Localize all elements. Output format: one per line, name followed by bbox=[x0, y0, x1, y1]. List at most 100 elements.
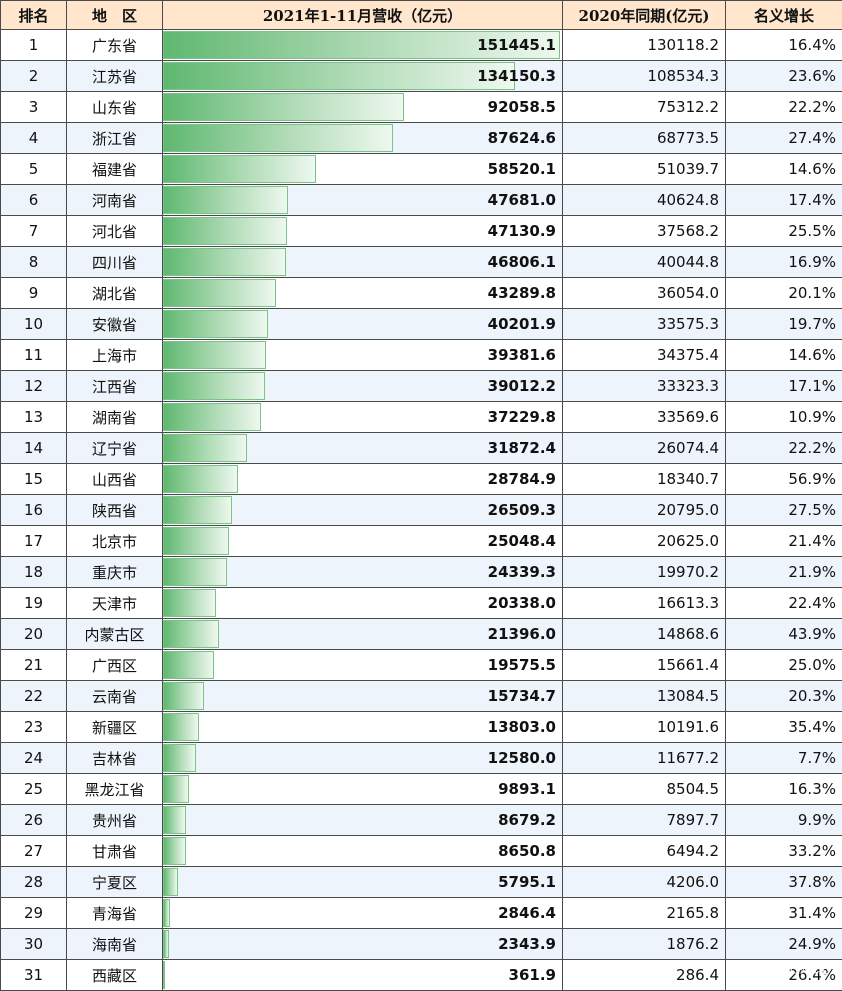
region-cell: 辽宁省 bbox=[67, 433, 163, 464]
revenue-bar bbox=[163, 589, 216, 617]
revenue-bar bbox=[163, 217, 287, 245]
region-cell: 北京市 bbox=[67, 526, 163, 557]
growth-cell: 33.2% bbox=[726, 836, 842, 867]
revenue-value: 8650.8 bbox=[498, 842, 556, 860]
revenue-bar bbox=[163, 434, 247, 462]
prev-year-cell: 16613.3 bbox=[563, 588, 726, 619]
region-cell: 广东省 bbox=[67, 30, 163, 61]
rank-cell: 29 bbox=[1, 898, 67, 929]
revenue-bar bbox=[163, 93, 404, 121]
table-row: 11上海市39381.634375.414.6% bbox=[1, 340, 842, 371]
revenue-cell: 15734.7 bbox=[163, 681, 563, 712]
rank-cell: 24 bbox=[1, 743, 67, 774]
growth-cell: 16.4% bbox=[726, 30, 842, 61]
region-cell: 天津市 bbox=[67, 588, 163, 619]
growth-cell: 17.1% bbox=[726, 371, 842, 402]
prev-year-cell: 26074.4 bbox=[563, 433, 726, 464]
region-cell: 新疆区 bbox=[67, 712, 163, 743]
prev-year-cell: 33569.6 bbox=[563, 402, 726, 433]
revenue-value: 8679.2 bbox=[498, 811, 556, 829]
revenue-cell: 28784.9 bbox=[163, 464, 563, 495]
table-row: 3山东省92058.575312.222.2% bbox=[1, 92, 842, 123]
revenue-cell: 25048.4 bbox=[163, 526, 563, 557]
revenue-cell: 92058.5 bbox=[163, 92, 563, 123]
rank-cell: 10 bbox=[1, 309, 67, 340]
revenue-bar bbox=[163, 744, 196, 772]
region-cell: 云南省 bbox=[67, 681, 163, 712]
revenue-value: 87624.6 bbox=[488, 129, 556, 147]
table-row: 2江苏省134150.3108534.323.6% bbox=[1, 61, 842, 92]
revenue-value: 47130.9 bbox=[488, 222, 556, 240]
region-cell: 上海市 bbox=[67, 340, 163, 371]
prev-year-cell: 40044.8 bbox=[563, 247, 726, 278]
prev-year-cell: 33575.3 bbox=[563, 309, 726, 340]
growth-cell: 21.9% bbox=[726, 557, 842, 588]
growth-cell: 24.9% bbox=[726, 929, 842, 960]
rank-cell: 11 bbox=[1, 340, 67, 371]
table-row: 25黑龙江省9893.18504.516.3% bbox=[1, 774, 842, 805]
revenue-value: 92058.5 bbox=[488, 98, 556, 116]
revenue-cell: 5795.1 bbox=[163, 867, 563, 898]
revenue-value: 47681.0 bbox=[488, 191, 556, 209]
revenue-value: 2343.9 bbox=[498, 935, 556, 953]
table-row: 9湖北省43289.836054.020.1% bbox=[1, 278, 842, 309]
rank-cell: 25 bbox=[1, 774, 67, 805]
prev-year-cell: 108534.3 bbox=[563, 61, 726, 92]
revenue-bar bbox=[163, 713, 199, 741]
revenue-bar bbox=[163, 62, 515, 90]
revenue-cell: 43289.8 bbox=[163, 278, 563, 309]
revenue-value: 46806.1 bbox=[488, 253, 556, 271]
rank-cell: 2 bbox=[1, 61, 67, 92]
growth-cell: 56.9% bbox=[726, 464, 842, 495]
revenue-cell: 8679.2 bbox=[163, 805, 563, 836]
table-row: 19天津市20338.016613.322.4% bbox=[1, 588, 842, 619]
table-row: 27甘肃省8650.86494.233.2% bbox=[1, 836, 842, 867]
region-cell: 内蒙古区 bbox=[67, 619, 163, 650]
chart-root: 排名 地 区 2021年1-11月营收（亿元） 2020年同期(亿元) 名义增长… bbox=[0, 0, 842, 982]
revenue-value: 12580.0 bbox=[488, 749, 556, 767]
table-row: 16陕西省26509.320795.027.5% bbox=[1, 495, 842, 526]
table-row: 1广东省151445.1130118.216.4% bbox=[1, 30, 842, 61]
table-row: 7河北省47130.937568.225.5% bbox=[1, 216, 842, 247]
revenue-value: 26509.3 bbox=[488, 501, 556, 519]
prev-year-cell: 33323.3 bbox=[563, 371, 726, 402]
region-cell: 吉林省 bbox=[67, 743, 163, 774]
region-cell: 安徽省 bbox=[67, 309, 163, 340]
growth-cell: 43.9% bbox=[726, 619, 842, 650]
revenue-bar bbox=[163, 403, 261, 431]
revenue-value: 2846.4 bbox=[498, 904, 556, 922]
growth-cell: 21.4% bbox=[726, 526, 842, 557]
prev-year-cell: 18340.7 bbox=[563, 464, 726, 495]
rank-cell: 1 bbox=[1, 30, 67, 61]
rank-cell: 31 bbox=[1, 960, 67, 991]
revenue-cell: 13803.0 bbox=[163, 712, 563, 743]
table-row: 13湖南省37229.833569.610.9% bbox=[1, 402, 842, 433]
revenue-value: 15734.7 bbox=[488, 687, 556, 705]
growth-cell: 22.4% bbox=[726, 588, 842, 619]
prev-year-cell: 34375.4 bbox=[563, 340, 726, 371]
table-body: 1广东省151445.1130118.216.4%2江苏省134150.3108… bbox=[1, 30, 842, 991]
prev-year-cell: 11677.2 bbox=[563, 743, 726, 774]
rank-cell: 9 bbox=[1, 278, 67, 309]
revenue-bar bbox=[163, 899, 170, 927]
revenue-bar bbox=[163, 620, 219, 648]
growth-cell: 16.3% bbox=[726, 774, 842, 805]
region-cell: 湖南省 bbox=[67, 402, 163, 433]
table-row: 12江西省39012.233323.317.1% bbox=[1, 371, 842, 402]
rank-cell: 6 bbox=[1, 185, 67, 216]
revenue-value: 39381.6 bbox=[488, 346, 556, 364]
table-row: 17北京市25048.420625.021.4% bbox=[1, 526, 842, 557]
growth-cell: 9.9% bbox=[726, 805, 842, 836]
revenue-value: 21396.0 bbox=[488, 625, 556, 643]
revenue-bar bbox=[163, 961, 165, 989]
table-row: 21广西区19575.515661.425.0% bbox=[1, 650, 842, 681]
region-cell: 浙江省 bbox=[67, 123, 163, 154]
prev-year-cell: 20795.0 bbox=[563, 495, 726, 526]
revenue-cell: 9893.1 bbox=[163, 774, 563, 805]
revenue-bar bbox=[163, 372, 265, 400]
revenue-value: 43289.8 bbox=[488, 284, 556, 302]
region-cell: 河南省 bbox=[67, 185, 163, 216]
growth-cell: 17.4% bbox=[726, 185, 842, 216]
rank-cell: 4 bbox=[1, 123, 67, 154]
header-prev: 2020年同期(亿元) bbox=[563, 1, 726, 30]
